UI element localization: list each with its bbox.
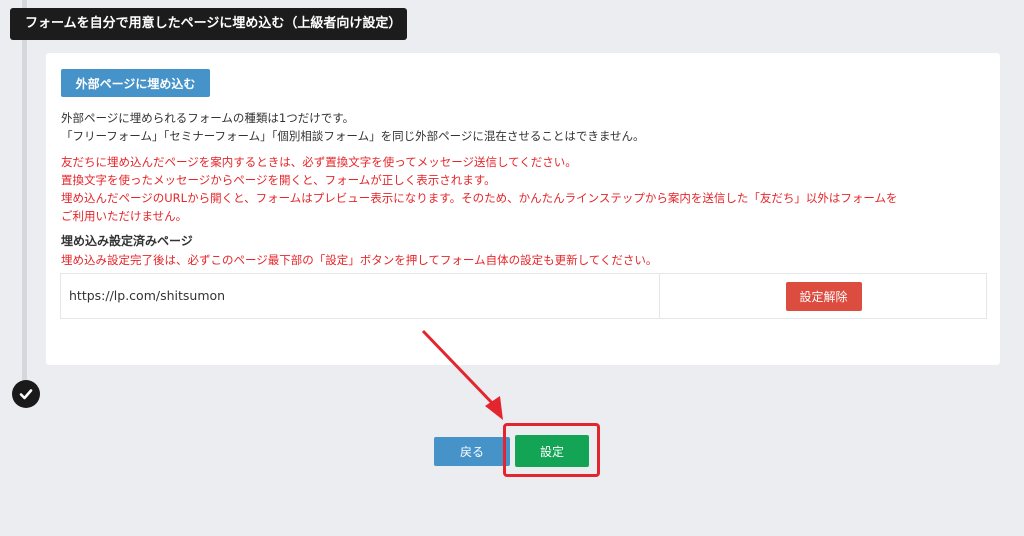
embed-settings-panel: 外部ページに埋め込む 外部ページに埋められるフォームの種類は1つだけです。 「フ… [46,53,1000,365]
info-line: 「フリーフォーム」「セミナーフォーム」「個別相談フォーム」を同じ外部ページに混在… [61,129,645,143]
configured-pages-heading: 埋め込み設定済みページ [61,234,193,248]
info-line: 外部ページに埋められるフォームの種類は1つだけです。 [61,111,355,125]
timeline-line [22,0,27,380]
configured-pages-warning: 埋め込み設定完了後は、必ずこのページ最下部の「設定」ボタンを押してフォーム自体の… [61,253,658,267]
page-url: https://lp.com/shitsumon [61,274,660,318]
warning-line: 友だちに埋め込んだページを案内するときは、必ず置換文字を使ってメッセージ送信して… [61,155,577,169]
back-button[interactable]: 戻る [434,437,510,466]
row-action-cell: 設定解除 [660,274,986,318]
warning-line: 埋め込んだページのURLから開くと、フォームはプレビュー表示になります。そのため… [61,191,898,205]
step-complete-check-icon [12,380,40,408]
section-title: フォームを自分で用意したページに埋め込む（上級者向け設定） [10,8,407,40]
info-text: 外部ページに埋められるフォームの種類は1つだけです。 「フリーフォーム」「セミナ… [61,109,645,145]
warning-line: 置換文字を使ったメッセージからページを開くと、フォームが正しく表示されます。 [61,173,496,187]
warning-line: ご利用いただけません。 [61,209,188,223]
save-settings-button[interactable]: 設定 [515,435,589,467]
warning-text: 友だちに埋め込んだページを案内するときは、必ず置換文字を使ってメッセージ送信して… [61,153,991,225]
unset-button[interactable]: 設定解除 [785,281,862,311]
table-row: https://lp.com/shitsumon 設定解除 [60,273,987,319]
embed-external-page-button[interactable]: 外部ページに埋め込む [61,69,210,97]
